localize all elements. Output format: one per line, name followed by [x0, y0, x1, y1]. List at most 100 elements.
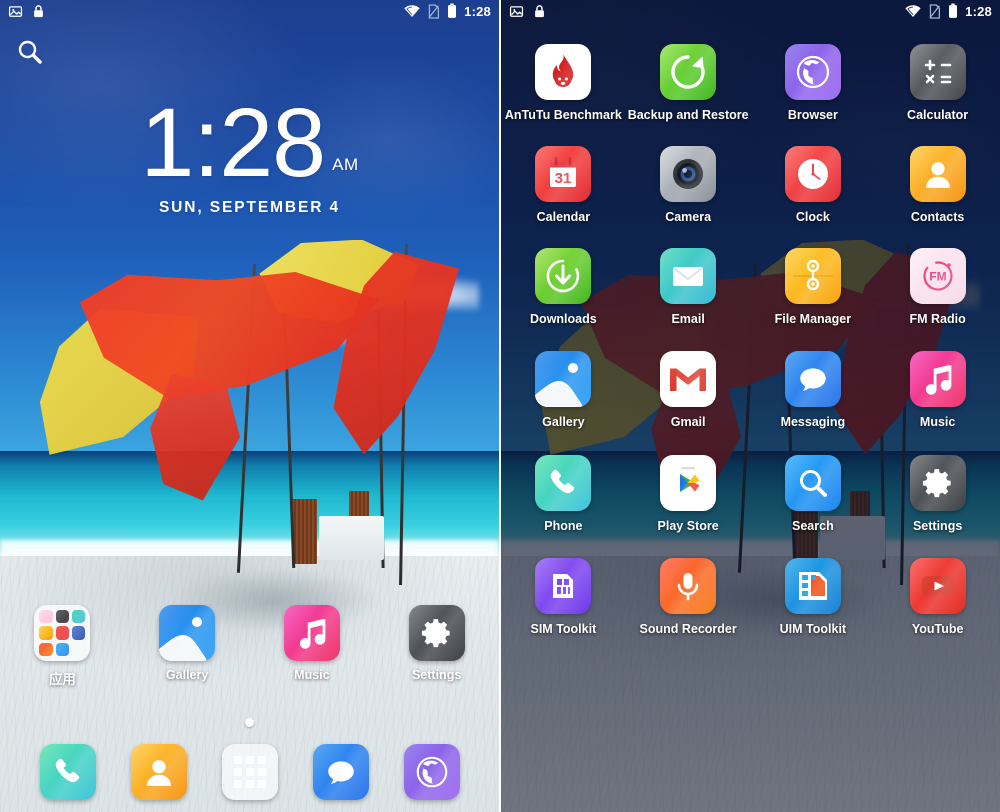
- app-grid-row: 31 Calendar Camera Clock Contacts: [501, 146, 1000, 224]
- calculator-icon[interactable]: [909, 44, 966, 100]
- search-button[interactable]: [16, 38, 44, 71]
- play-store-icon[interactable]: [660, 455, 717, 511]
- music-icon[interactable]: [283, 605, 340, 661]
- calendar-icon[interactable]: 31: [535, 146, 592, 202]
- gallery-icon[interactable]: [535, 351, 592, 407]
- search-icon[interactable]: [784, 455, 841, 511]
- app-item-label: File Manager: [774, 312, 852, 326]
- phone-icon[interactable]: [535, 455, 592, 511]
- home-item-label: Gallery: [165, 668, 209, 682]
- wallpaper-chair: [291, 499, 317, 565]
- status-bar-clock: 1:28: [965, 3, 992, 19]
- app-item-label: Calendar: [536, 210, 591, 224]
- gallery-icon[interactable]: [159, 605, 216, 661]
- app-item-messaging[interactable]: Messaging: [751, 351, 876, 429]
- app-item-sim-toolkit[interactable]: SIM Toolkit: [501, 558, 626, 636]
- app-item-search[interactable]: Search: [751, 455, 876, 533]
- file-manager-icon[interactable]: [784, 248, 841, 304]
- status-bar-system-icons: 1:28: [905, 3, 992, 19]
- app-grid-row: Downloads Email File Manager FM FM Radio: [501, 248, 1000, 326]
- home-item-settings[interactable]: Settings: [374, 605, 499, 688]
- browser-icon[interactable]: [784, 44, 841, 100]
- email-icon[interactable]: [660, 248, 717, 304]
- app-item-fm-radio[interactable]: FM FM Radio: [875, 248, 1000, 326]
- app-item-file-manager[interactable]: File Manager: [751, 248, 876, 326]
- sound-recorder-icon[interactable]: [660, 558, 717, 614]
- app-item-gmail[interactable]: Gmail: [626, 351, 751, 429]
- contacts-icon[interactable]: [130, 744, 187, 800]
- gmail-icon[interactable]: [660, 351, 717, 407]
- app-item-label: SIM Toolkit: [530, 622, 597, 636]
- home-item-music[interactable]: Music: [250, 605, 375, 688]
- dock-item-phone[interactable]: [39, 744, 96, 800]
- youtube-icon[interactable]: [909, 558, 966, 614]
- app-item-antutu[interactable]: AnTuTu Benchmark: [501, 44, 626, 122]
- app-item-backup-and-restore[interactable]: Backup and Restore: [626, 44, 751, 122]
- dock-item-app-drawer[interactable]: [221, 744, 278, 800]
- app-item-settings[interactable]: Settings: [875, 455, 1000, 533]
- folder-mini-icon: [39, 610, 53, 624]
- uim-toolkit-icon[interactable]: [784, 558, 841, 614]
- dock-item-messaging[interactable]: [312, 744, 369, 800]
- settings-icon[interactable]: [408, 605, 465, 661]
- music-icon[interactable]: [909, 351, 966, 407]
- app-item-gallery[interactable]: Gallery: [501, 351, 626, 429]
- clock-widget[interactable]: 1:28 AM SUN, SEPTEMBER 4: [0, 94, 499, 217]
- home-item-label: 应用: [48, 672, 76, 687]
- folder-mini-icon: [39, 626, 53, 640]
- browser-icon[interactable]: [403, 744, 460, 800]
- home-item-folder[interactable]: 应用: [0, 605, 125, 688]
- folder-mini-icon: [39, 642, 53, 656]
- app-item-label: Email: [671, 312, 705, 326]
- backup-restore-icon[interactable]: [660, 44, 717, 100]
- app-item-phone[interactable]: Phone: [501, 455, 626, 533]
- app-item-email[interactable]: Email: [626, 248, 751, 326]
- folder-mini-icon: [72, 626, 86, 640]
- app-item-contacts[interactable]: Contacts: [875, 146, 1000, 224]
- app-drawer-icon[interactable]: [221, 744, 278, 800]
- clock-date: SUN, SEPTEMBER 4: [158, 199, 341, 217]
- status-bar-notifications: [8, 4, 45, 19]
- dock-item-browser[interactable]: [403, 744, 460, 800]
- clock-icon[interactable]: [784, 146, 841, 202]
- app-grid-row: AnTuTu Benchmark Backup and Restore Brow…: [501, 44, 1000, 122]
- home-screen-panel: 1:28 1:28 AM SUN, SEPTEMBER 4 应用 Gallery…: [0, 0, 499, 812]
- app-item-calendar[interactable]: 31 Calendar: [501, 146, 626, 224]
- sim-toolkit-icon[interactable]: [535, 558, 592, 614]
- clock-ampm: AM: [332, 155, 359, 175]
- messaging-icon[interactable]: [784, 351, 841, 407]
- status-bar-clock: 1:28: [464, 3, 491, 19]
- fm-radio-icon[interactable]: FM: [909, 248, 966, 304]
- dock-item-contacts[interactable]: [130, 744, 187, 800]
- search-icon[interactable]: [16, 38, 44, 66]
- status-bar-notifications: [509, 4, 546, 19]
- app-item-camera[interactable]: Camera: [626, 146, 751, 224]
- app-grid: AnTuTu Benchmark Backup and Restore Brow…: [501, 0, 1000, 812]
- contacts-icon[interactable]: [909, 146, 966, 202]
- app-item-uim-toolkit[interactable]: UIM Toolkit: [751, 558, 876, 636]
- app-item-label: Calculator: [907, 108, 969, 122]
- app-grid-row: Phone Play Store Search Settings: [501, 455, 1000, 533]
- app-item-label: Gallery: [542, 415, 585, 429]
- app-item-label: Camera: [665, 210, 712, 224]
- camera-icon[interactable]: [660, 146, 717, 202]
- antutu-icon[interactable]: [535, 44, 592, 100]
- app-item-clock[interactable]: Clock: [751, 146, 876, 224]
- app-item-play-store[interactable]: Play Store: [626, 455, 751, 533]
- status-bar: 1:28: [0, 0, 499, 22]
- app-item-browser[interactable]: Browser: [751, 44, 876, 122]
- app-item-music[interactable]: Music: [875, 351, 1000, 429]
- home-item-gallery[interactable]: Gallery: [125, 605, 250, 688]
- settings-icon[interactable]: [909, 455, 966, 511]
- messaging-icon[interactable]: [312, 744, 369, 800]
- folder-icon[interactable]: [34, 605, 91, 661]
- page-dot-active[interactable]: [245, 718, 254, 727]
- phone-icon[interactable]: [39, 744, 96, 800]
- app-item-label: Messaging: [780, 415, 846, 429]
- app-item-label: Downloads: [530, 312, 597, 326]
- app-item-downloads[interactable]: Downloads: [501, 248, 626, 326]
- app-item-youtube[interactable]: YouTube: [875, 558, 1000, 636]
- app-item-calculator[interactable]: Calculator: [875, 44, 1000, 122]
- downloads-icon[interactable]: [535, 248, 592, 304]
- app-item-sound-recorder[interactable]: Sound Recorder: [626, 558, 751, 636]
